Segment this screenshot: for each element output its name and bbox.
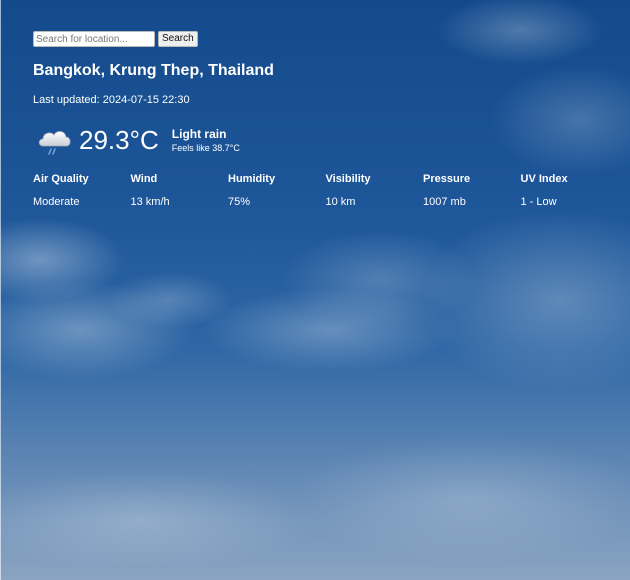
condition-block: Light rain Feels like 38.7°C (172, 127, 240, 154)
detail-value-pressure: 1007 mb (423, 196, 466, 208)
window-edge (0, 0, 1, 580)
detail-label-wind: Wind (130, 173, 158, 185)
detail-label-air-quality: Air Quality (33, 173, 89, 185)
detail-value-uv-index: 1 - Low (520, 196, 557, 208)
detail-value-humidity: 75% (228, 196, 251, 208)
feels-like: Feels like 38.7°C (171, 142, 240, 153)
detail-label-visibility: Visibility (325, 173, 371, 185)
search-bar: Search (33, 31, 603, 47)
detail-value-visibility: 10 km (325, 196, 356, 208)
light-rain-cloud-icon (35, 120, 75, 160)
detail-value-air-quality: Moderate (33, 196, 80, 208)
detail-label-humidity: Humidity (228, 173, 276, 185)
detail-value-wind: 13 km/h (130, 196, 170, 208)
location-title: Bangkok, Krung Thep, Thailand (33, 62, 274, 79)
condition-text: Light rain (171, 126, 227, 141)
search-button[interactable]: Search (158, 31, 198, 47)
detail-label-pressure: Pressure (423, 173, 471, 185)
weather-details: Air Quality Wind Humidity Visibility Pre… (33, 172, 603, 209)
last-updated: Last updated: 2024-07-15 22:30 (33, 94, 190, 106)
temperature: 29.3°C (79, 125, 159, 155)
detail-label-uv-index: UV Index (520, 173, 568, 185)
weather-panel: Search Bangkok, Krung Thep, Thailand Las… (33, 31, 603, 209)
search-input[interactable] (33, 31, 155, 47)
current-conditions: 29.3°C Light rain Feels like 38.7°C (33, 120, 603, 160)
